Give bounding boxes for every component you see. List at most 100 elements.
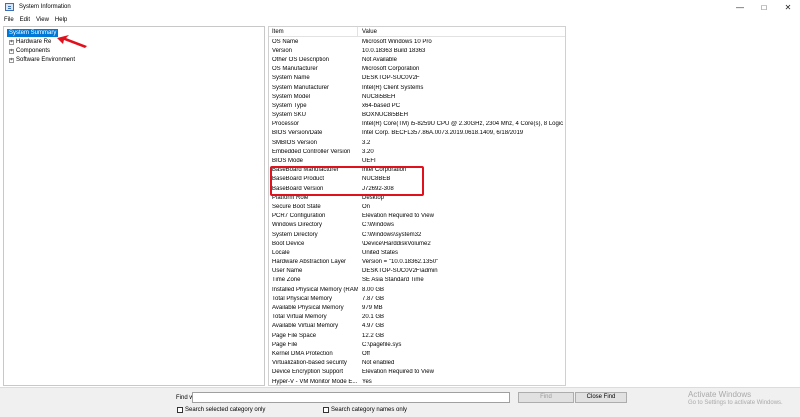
table-row[interactable]: Total Virtual Memory 20.1 GB (269, 313, 565, 322)
row-value: 10.0.18363 Build 18363 (362, 47, 426, 54)
table-row[interactable]: Installed Physical Memory (RAM) 8.00 GB (269, 285, 565, 294)
row-item: Available Virtual Memory (272, 323, 339, 330)
list-rows: OS Name Microsoft Windows 10 Pro Version 10… (269, 37, 565, 385)
row-item: Windows Directory (272, 222, 323, 229)
find-input[interactable] (192, 392, 510, 403)
row-value: 3.20 (362, 148, 374, 155)
table-row[interactable]: Locale United States (269, 248, 565, 257)
menu-bar: File Edit View Help (0, 14, 800, 25)
tree-item-software-environment[interactable]: + Software Environment (9, 57, 75, 63)
table-row[interactable]: Device Encryption Support Elevation Requi… (269, 368, 565, 377)
details-list[interactable]: Item Value OS Name Microsoft Windows 10 P… (268, 26, 566, 386)
row-item: Total Physical Memory (272, 295, 333, 302)
row-item: System Type (272, 102, 307, 109)
table-row[interactable]: Boot Device \Device\HarddiskVolume2 (269, 239, 565, 248)
table-row[interactable]: Secure Boot State On (269, 202, 565, 211)
checkbox-box[interactable] (323, 407, 329, 413)
table-row[interactable]: BIOS Version/Date Intel Corp. BECFL357.86… (269, 129, 565, 138)
table-row[interactable]: Hyper-V - VM Monitor Mode E... Yes (269, 377, 565, 385)
row-item: PCR7 Configuration (272, 213, 326, 220)
table-row[interactable]: Available Physical Memory 979 MB (269, 303, 565, 312)
list-header: Item Value (269, 27, 565, 37)
table-row[interactable]: System Type x64-based PC (269, 101, 565, 110)
column-header-value[interactable]: Value (358, 27, 377, 37)
table-row[interactable]: System Directory C:\Windows\system32 (269, 230, 565, 239)
system-information-icon (5, 3, 14, 11)
row-value: On (362, 203, 371, 210)
row-value: Not Available (362, 56, 397, 63)
table-row[interactable]: OS Name Microsoft Windows 10 Pro (269, 37, 565, 46)
row-value: Elevation Required to View (362, 369, 434, 376)
table-row[interactable]: BIOS Mode UEFI (269, 156, 565, 165)
row-value: BOXNUC8i5BEH (362, 112, 409, 119)
row-item: OS Manufacturer (272, 66, 318, 73)
table-row[interactable]: System Name DESKTOP-SUC0V2F (269, 74, 565, 83)
table-row[interactable]: Total Physical Memory 7.87 GB (269, 294, 565, 303)
table-row[interactable]: Available Virtual Memory 4.97 GB (269, 322, 565, 331)
search-selected-category-checkbox[interactable]: Search selected category only (177, 407, 265, 413)
tree-item-system-summary[interactable]: System Summary (7, 29, 59, 37)
find-bar: Find what: Find Close Find Search select… (0, 387, 800, 417)
row-value: 979 MB (362, 305, 383, 312)
row-item: System SKU (272, 112, 307, 119)
row-value: 3.2 (362, 139, 371, 146)
table-row[interactable]: Windows Directory C:\Windows (269, 221, 565, 230)
checkbox-box[interactable] (177, 407, 183, 413)
table-row[interactable]: Version 10.0.18363 Build 18363 (269, 46, 565, 55)
row-value: C:\pagefile.sys (362, 341, 402, 348)
close-find-button[interactable]: Close Find (575, 392, 627, 403)
table-row[interactable]: PCR7 Configuration Elevation Required to … (269, 212, 565, 221)
row-item: User Name (272, 268, 303, 275)
row-value: UEFI (362, 158, 376, 165)
row-value: Yes (362, 378, 372, 385)
title-bar: System Information — □ ✕ (0, 0, 800, 14)
search-category-names-checkbox[interactable]: Search category names only (323, 407, 407, 413)
minimize-button[interactable]: — (728, 0, 752, 14)
tree-item-hardware-resources[interactable]: + Hardware Re (9, 39, 51, 45)
table-row[interactable]: Page File Space 12.2 GB (269, 331, 565, 340)
row-value: Intel Corp. BECFL357.86A.0073.2019.0618.… (362, 130, 524, 137)
menu-help[interactable]: Help (55, 17, 67, 23)
row-value: 4.97 GB (362, 323, 385, 330)
row-value: \Device\HarddiskVolume2 (362, 240, 431, 247)
column-header-item[interactable]: Item (269, 27, 358, 37)
expand-icon[interactable]: + (9, 39, 14, 45)
checkbox-label: Search selected category only (185, 407, 266, 413)
table-row[interactable]: System Model NUC8i5BEH (269, 92, 565, 101)
table-row[interactable]: SMBIOS Version 3.2 (269, 138, 565, 147)
table-row[interactable]: Virtualization-based security Not enabled (269, 359, 565, 368)
row-value: Intel(R) Client Systems (362, 84, 424, 91)
expand-icon[interactable]: + (9, 57, 14, 63)
table-row[interactable]: Embedded Controller Version 3.20 (269, 147, 565, 156)
table-row[interactable]: System Manufacturer Intel(R) Client Syste… (269, 83, 565, 92)
table-row[interactable]: Processor Intel(R) Core(TM) i5-8259U CPU … (269, 120, 565, 129)
menu-file[interactable]: File (4, 17, 14, 23)
table-row[interactable]: User Name DESKTOP-SUC0V2F\admin (269, 267, 565, 276)
category-tree[interactable]: System Summary + Hardware Re + Component… (3, 26, 265, 386)
find-button[interactable]: Find (518, 392, 574, 403)
table-row[interactable]: Other OS Description Not Available (269, 55, 565, 64)
table-row[interactable]: System SKU BOXNUC8i5BEH (269, 111, 565, 120)
close-button[interactable]: ✕ (776, 0, 800, 14)
row-item: Other OS Description (272, 56, 330, 63)
red-arrow-annotation (57, 35, 87, 48)
row-value: SE Asia Standard Time (362, 277, 424, 284)
menu-edit[interactable]: Edit (20, 17, 30, 23)
row-item: Version (272, 47, 293, 54)
table-row[interactable]: Page File C:\pagefile.sys (269, 340, 565, 349)
watermark-title: Activate Windows (688, 390, 752, 399)
tree-item-components[interactable]: + Components (9, 48, 50, 54)
expand-icon[interactable]: + (9, 48, 14, 54)
row-value: Microsoft Windows 10 Pro (362, 38, 432, 45)
menu-view[interactable]: View (36, 17, 49, 23)
table-row[interactable]: Time Zone SE Asia Standard Time (269, 276, 565, 285)
row-item: Page File (272, 341, 298, 348)
row-value: NUC8i5BEH (362, 93, 396, 100)
table-row[interactable]: OS Manufacturer Microsoft Corporation (269, 65, 565, 74)
maximize-button[interactable]: □ (752, 0, 776, 14)
table-row[interactable]: Kernel DMA Protection Off (269, 349, 565, 358)
row-item: BIOS Mode (272, 158, 304, 165)
row-value: Version = "10.0.18362.1350" (362, 259, 439, 266)
row-value: Microsoft Corporation (362, 66, 420, 73)
table-row[interactable]: Hardware Abstraction Layer Version = "10.… (269, 258, 565, 267)
